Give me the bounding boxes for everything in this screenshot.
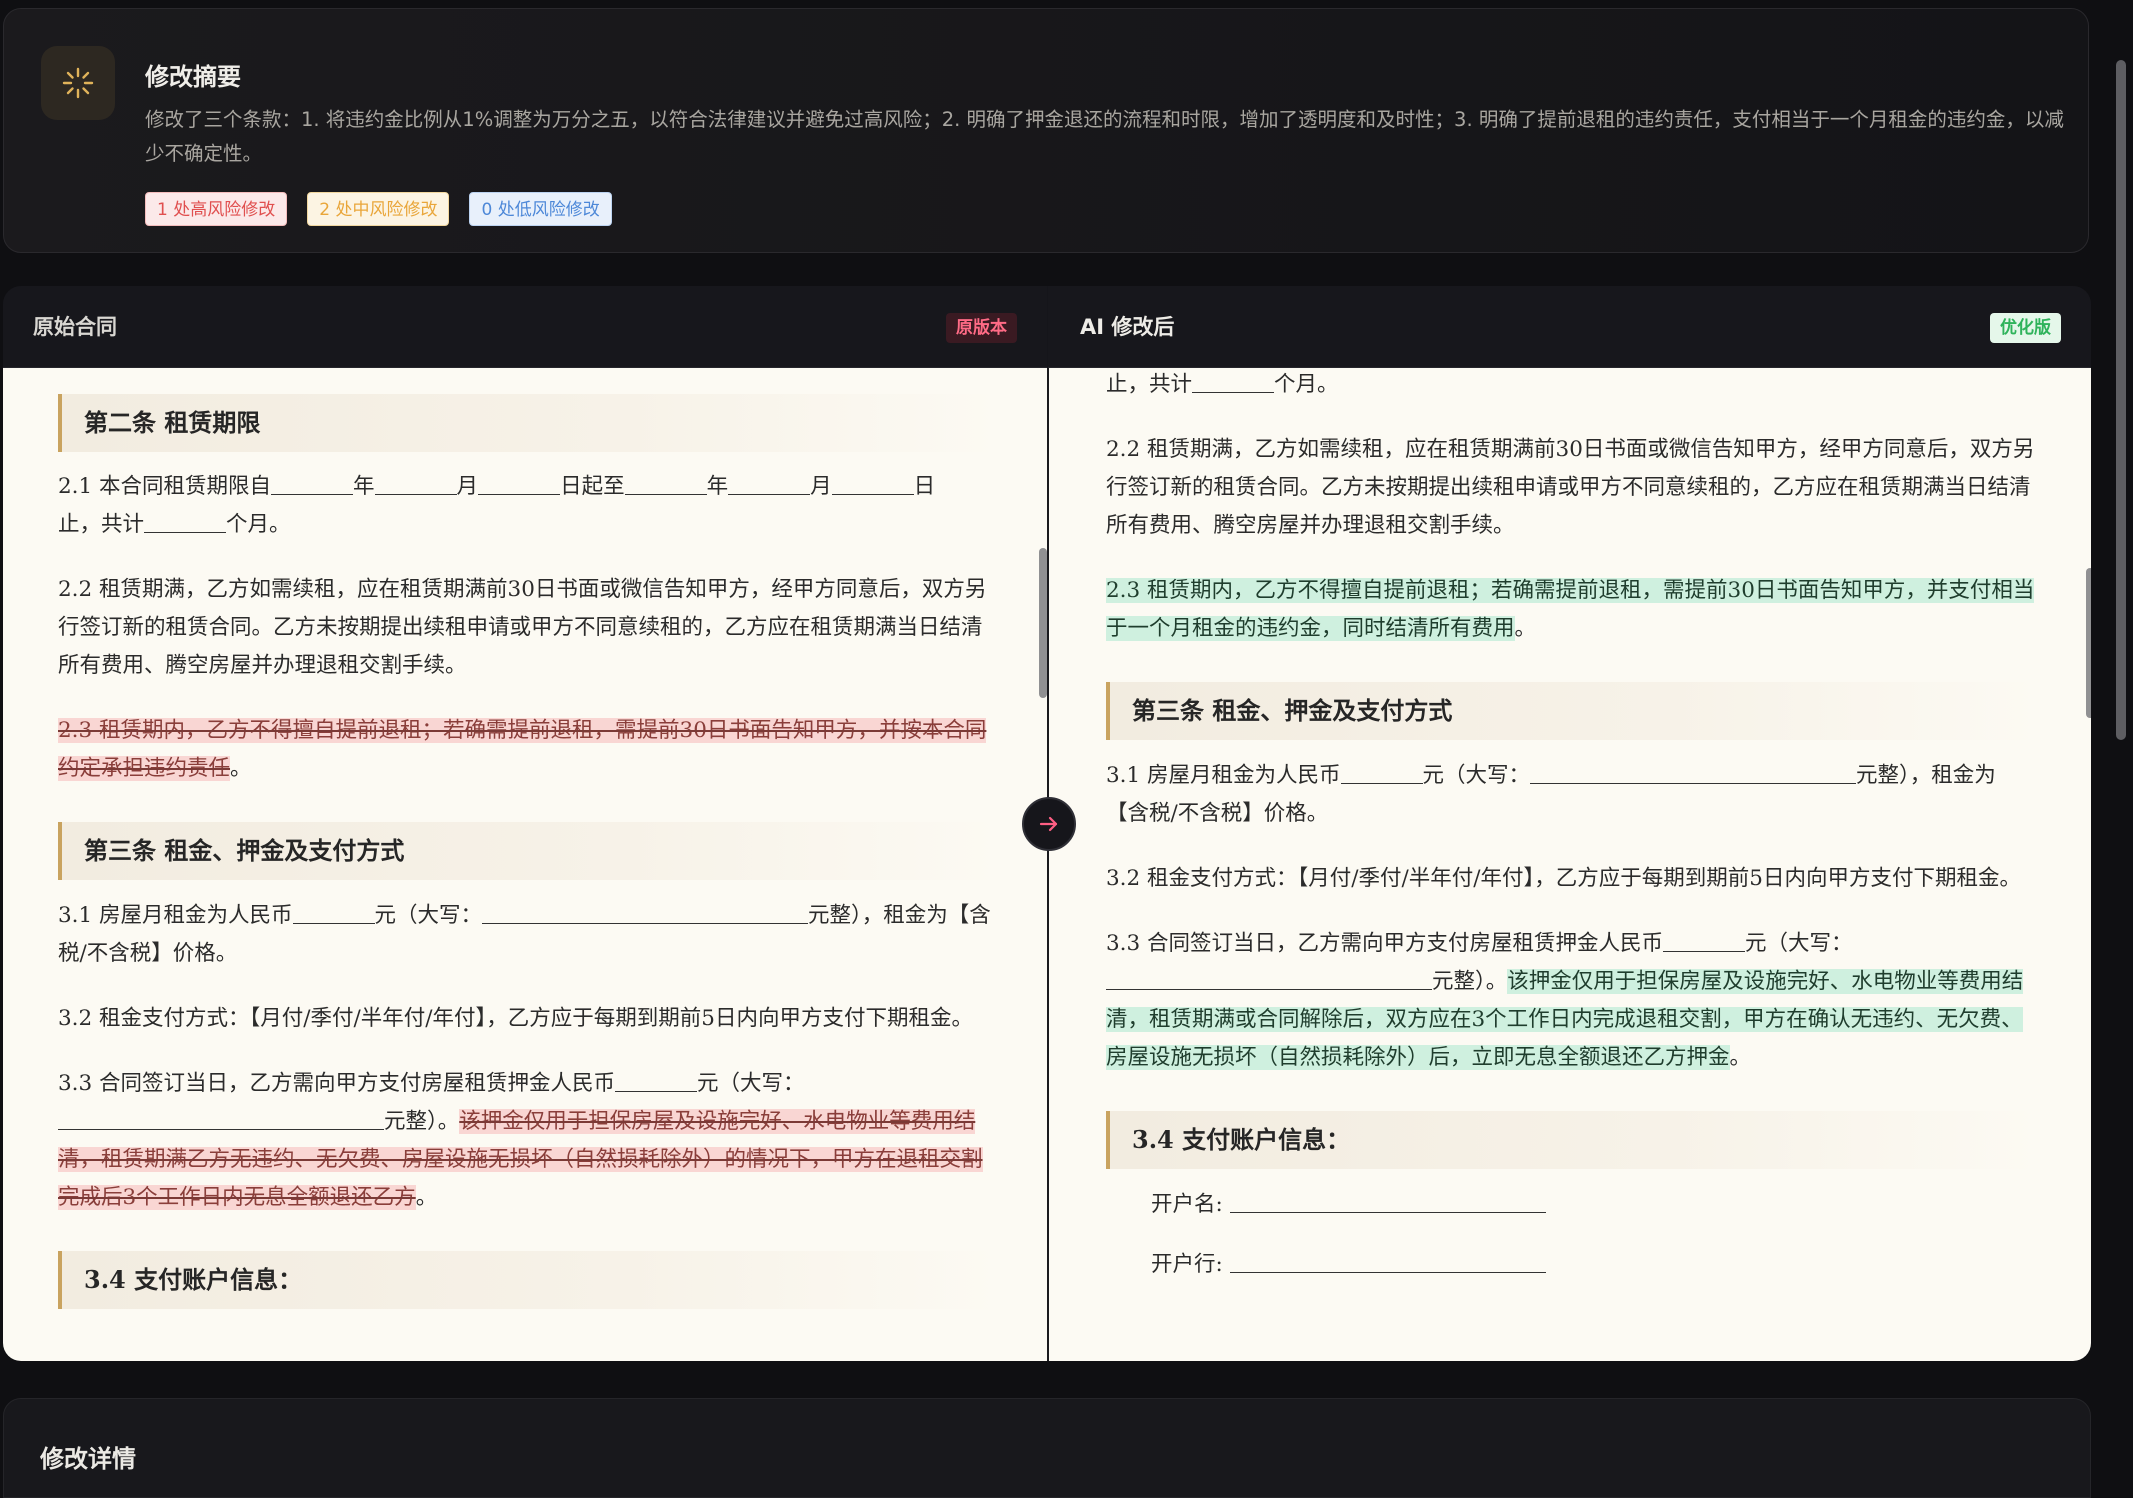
contract-compare-panel: 原始合同 原版本 AI 修改后 优化版 第二条 租赁期限 2.1 本合同租赁期限… [3, 286, 2091, 1361]
revised-pane-scrollbar[interactable] [2086, 568, 2091, 718]
clause-3-3: 3.3 合同签订当日，乙方需向甲方支付房屋租赁押金人民币 元（大写： 元整）。该押金… [58, 1071, 983, 1210]
details-card: 修改详情 [3, 1398, 2091, 1498]
clause-2-3: 2.3 租赁期内，乙方不得擅自提前退租；若确需提前退租，需提前30日书面告知甲方… [58, 718, 987, 781]
original-pane-title: 原始合同 [33, 315, 117, 339]
summary-text: 修改了三个条款：1. 将违约金比例从1%调整为万分之五，以符合法律建议并避免过高… [145, 108, 2064, 165]
revised-contract-pane[interactable]: 止，共计 个月。 2.2 租赁期满，乙方如需续租，应在租赁期满前30日书面或微信告… [1049, 368, 2091, 1361]
original-pane-scrollbar[interactable] [1039, 548, 1047, 698]
high-risk-badge[interactable]: 1 处高风险修改 [145, 192, 288, 226]
section-heading: 第三条 租金、押金及支付方式 [1106, 682, 2038, 740]
inserted-text[interactable]: 2.3 租赁期内，乙方不得擅自提前退租；若确需提前退租，需提前30日书面告知甲方… [1106, 578, 2035, 641]
clause-3-2: 3.2 租金支付方式：【月付/季付/半年付/年付】，乙方应于每期到期前5日内向甲… [1106, 866, 2021, 891]
clause-2-1: 2.1 本合同租赁期限自年月日起至年月日止，共计 个月。 [58, 474, 936, 537]
sparkle-icon [41, 46, 115, 120]
account-name-line: 开户名: [1106, 1186, 2038, 1224]
original-doc: 第二条 租赁期限 2.1 本合同租赁期限自年月日起至年月日止，共计 个月。 2.2… [58, 394, 998, 1309]
revised-pane-title: AI 修改后 [1080, 315, 1175, 339]
clause-3-2: 3.2 租金支付方式：【月付/季付/半年付/年付】，乙方应于每期到期前5日内向甲… [58, 1006, 973, 1031]
risk-badges: 1 处高风险修改 2 处中风险修改 0 处低风险修改 [145, 192, 612, 226]
low-risk-badge[interactable]: 0 处低风险修改 [469, 192, 612, 226]
clause-3-1: 3.1 房屋月租金为人民币 元（大写： 元整），租金为【含税/不含税】价格。 [58, 903, 991, 966]
section-heading: 3.4 支付账户信息： [1106, 1111, 2038, 1169]
medium-risk-badge[interactable]: 2 处中风险修改 [307, 192, 450, 226]
clause-2-3: 2.3 租赁期内，乙方不得擅自提前退租；若确需提前退租，需提前30日书面告知甲方… [1106, 578, 2035, 641]
clause-2-2: 2.2 租赁期满，乙方如需续租，应在租赁期满前30日书面或微信告知甲方，经甲方同… [1106, 437, 2035, 538]
deleted-text[interactable]: 2.3 租赁期内，乙方不得擅自提前退租；若确需提前退租，需提前30日书面告知甲方… [58, 718, 987, 781]
section-heading: 第三条 租金、押金及支付方式 [58, 822, 998, 880]
summary-title: 修改摘要 [145, 63, 241, 91]
clause-3-1: 3.1 房屋月租金为人民币 元（大写： 元整），租金为【含税/不含税】价格。 [1106, 763, 1996, 826]
optimized-version-tag: 优化版 [1990, 313, 2061, 343]
original-version-tag: 原版本 [946, 313, 1017, 343]
original-pane-header: 原始合同 原版本 [3, 286, 1047, 368]
clause-3-3: 3.3 合同签订当日，乙方需向甲方支付房屋租赁押金人民币 元（大写： 元整）。该押金… [1106, 931, 2024, 1070]
details-title: 修改详情 [40, 1445, 136, 1473]
original-contract-pane[interactable]: 第二条 租赁期限 2.1 本合同租赁期限自年月日起至年月日止，共计 个月。 2.2… [3, 368, 1047, 1361]
clause-2-1-tail: 止，共计 个月。 [1106, 372, 1339, 397]
section-heading: 第二条 租赁期限 [58, 394, 998, 452]
section-heading: 3.4 支付账户信息： [58, 1251, 998, 1309]
arrow-right-icon[interactable] [1022, 797, 1076, 851]
summary-card: 修改摘要 修改了三个条款：1. 将违约金比例从1%调整为万分之五，以符合法律建议… [3, 8, 2089, 253]
page-scrollbar[interactable] [2116, 60, 2126, 740]
account-bank-line: 开户行: [1106, 1246, 2038, 1284]
clause-2-2: 2.2 租赁期满，乙方如需续租，应在租赁期满前30日书面或微信告知甲方，经甲方同… [58, 577, 987, 678]
revised-pane-header: AI 修改后 优化版 [1048, 286, 2091, 368]
revised-doc: 止，共计 个月。 2.2 租赁期满，乙方如需续租，应在租赁期满前30日书面或微信告… [1106, 368, 2038, 1284]
